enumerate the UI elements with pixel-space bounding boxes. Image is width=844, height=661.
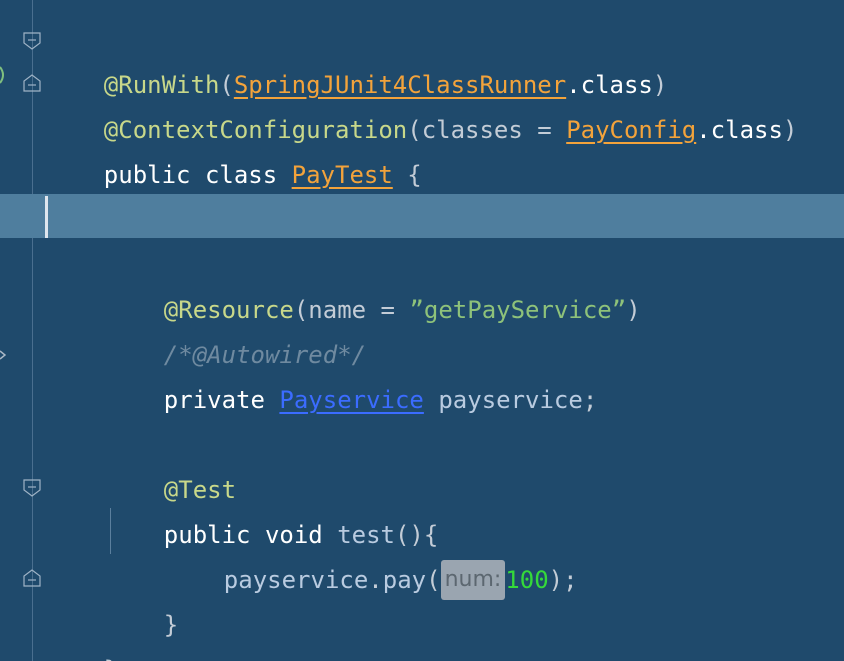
number-literal: 100	[505, 566, 549, 594]
gutter-arrow-icon[interactable]	[0, 346, 6, 364]
brace-open: {	[392, 161, 422, 189]
code-line-1[interactable]: @RunWith(SpringJUnit4ClassRunner.class)	[46, 19, 668, 99]
code-line-6[interactable]: /*@Autowired*/	[106, 289, 366, 369]
code-line-13[interactable]: }	[46, 604, 118, 661]
fold-open-icon[interactable]	[22, 31, 42, 51]
run-gutter-marker-icon[interactable]	[0, 66, 6, 84]
paren-close: )	[626, 296, 641, 324]
semicolon: ;	[582, 386, 598, 414]
gutter-separator	[32, 0, 33, 661]
type-ref-payservice[interactable]: Payservice	[279, 386, 424, 414]
fold-open-icon[interactable]	[22, 478, 42, 498]
string-literal: ”getPayService”	[409, 296, 627, 324]
code-editor[interactable]: @RunWith(SpringJUnit4ClassRunner.class) …	[0, 0, 844, 661]
paren-close: )	[782, 116, 798, 144]
paren-close-semicolon: );	[548, 566, 578, 594]
param-classes: classes =	[421, 116, 567, 144]
code-line-10[interactable]: public void test(){	[106, 469, 439, 549]
object-payservice: payservice	[223, 566, 369, 594]
dot: .	[368, 566, 383, 594]
class-name-paytest[interactable]: PayTest	[292, 161, 393, 189]
method-call-pay: pay	[382, 566, 427, 594]
class-ref-payconfig[interactable]: PayConfig	[566, 116, 696, 144]
code-line-2[interactable]: @ContextConfiguration(classes = PayConfi…	[46, 64, 798, 144]
code-line-9[interactable]: @Test	[106, 424, 236, 504]
brace-close: }	[104, 656, 118, 661]
fold-close-icon[interactable]	[22, 568, 42, 588]
current-line-highlight	[0, 194, 844, 238]
field-payservice: payservice	[423, 386, 583, 414]
code-line-7[interactable]: private Payservice payservice;	[106, 334, 598, 414]
code-line-3[interactable]: public class PayTest {	[46, 109, 422, 189]
code-line-5[interactable]: @Resource(name = ”getPayService”)	[106, 244, 641, 324]
fold-close-icon[interactable]	[22, 73, 42, 93]
dot-class: .class	[696, 116, 783, 144]
code-line-12[interactable]: }	[106, 559, 178, 639]
code-line-11[interactable]: payservice.pay(num: 100);	[166, 514, 578, 600]
keyword-private: private	[163, 386, 280, 414]
brace-close: }	[163, 611, 179, 639]
paren-open: (	[426, 566, 441, 594]
parameter-hint-num: num:	[440, 560, 506, 600]
keyword-public-class: public class	[103, 161, 292, 189]
